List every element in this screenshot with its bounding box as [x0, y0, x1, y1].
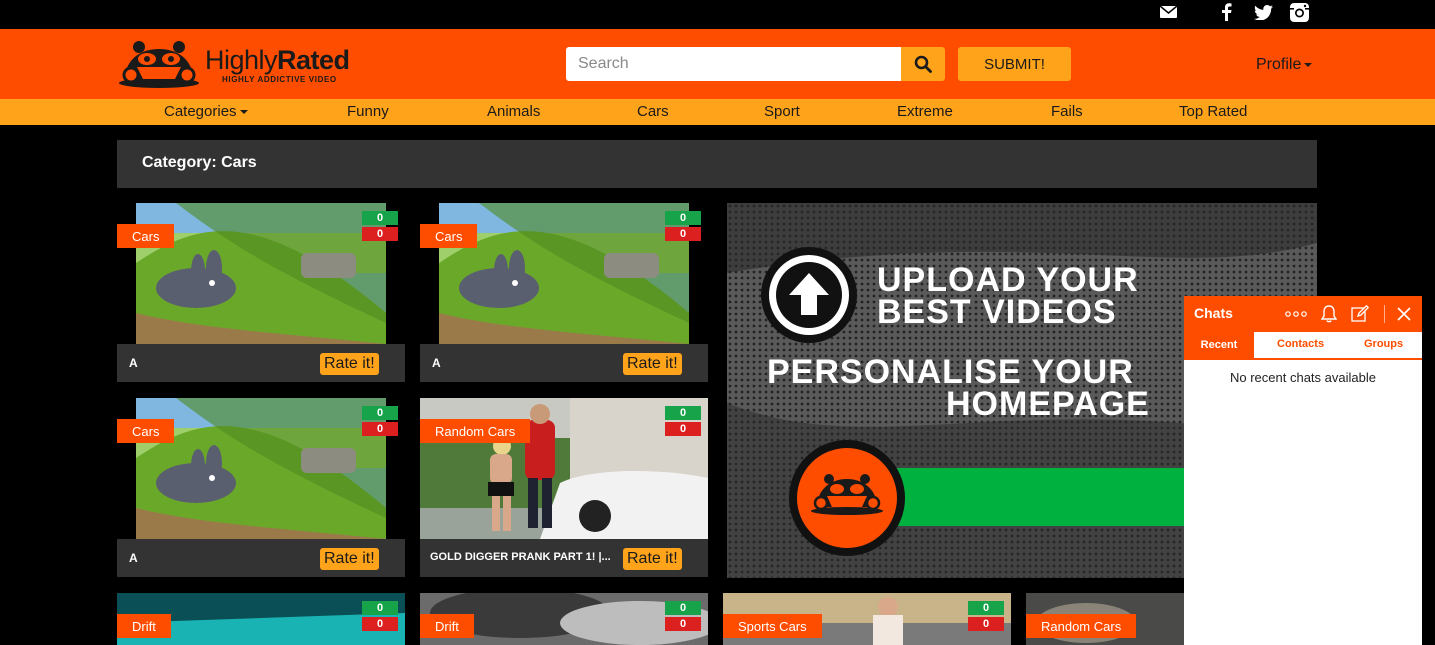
nav-cars[interactable]: Cars	[637, 103, 669, 120]
submit-video-button[interactable]: SUBMIT!	[958, 47, 1071, 81]
rate-it-button[interactable]: Rate it!	[623, 548, 682, 570]
nav-top-rated[interactable]: Top Rated	[1179, 103, 1247, 120]
downvote-count[interactable]: 0	[665, 617, 701, 631]
vote-counter: 0 0	[362, 211, 398, 243]
nav-categories[interactable]: Categories	[164, 103, 248, 120]
category-tag[interactable]: Random Cars	[1026, 614, 1137, 638]
caret-down-icon	[239, 110, 248, 115]
video-card[interactable]: Drift 0 0	[420, 593, 708, 645]
upvote-count[interactable]: 0	[362, 601, 398, 615]
rate-it-button[interactable]: Rate it!	[320, 548, 379, 570]
nav-extreme[interactable]: Extreme	[897, 103, 953, 120]
mail-icon[interactable]	[1159, 2, 1177, 22]
vote-counter: 0 0	[362, 601, 398, 633]
chat-title: Chats	[1194, 305, 1233, 321]
video-caption: A Rate it!	[117, 344, 405, 382]
category-tag[interactable]: Cars	[117, 419, 175, 443]
header-divider	[1384, 305, 1385, 323]
chat-header: Chats	[1184, 296, 1422, 332]
video-caption: A Rate it!	[117, 539, 405, 577]
video-title[interactable]: A	[129, 356, 138, 370]
video-card[interactable]: Drift 0 0	[117, 593, 405, 645]
more-options-icon[interactable]	[1285, 310, 1307, 318]
rate-it-button[interactable]: Rate it!	[320, 353, 379, 375]
vote-counter: 0 0	[665, 406, 701, 438]
category-tag[interactable]: Sports Cars	[723, 614, 822, 638]
category-tag[interactable]: Cars	[117, 224, 175, 248]
upvote-count[interactable]: 0	[362, 406, 398, 420]
video-card[interactable]: Sports Cars 0 0	[723, 593, 1011, 645]
search-input[interactable]	[566, 47, 901, 81]
tab-groups[interactable]: Groups	[1364, 338, 1403, 350]
chat-body	[1184, 362, 1422, 645]
chat-tabs: Recent Contacts Groups	[1184, 332, 1422, 360]
vote-counter: 0 0	[362, 406, 398, 438]
upvote-count[interactable]: 0	[665, 601, 701, 615]
category-header: Category: Cars	[117, 140, 1317, 188]
promo-line-2: BEST VIDEOS	[877, 293, 1117, 331]
video-card[interactable]: Random Cars	[1026, 593, 1184, 645]
upvote-count[interactable]: 0	[665, 211, 701, 225]
instagram-icon[interactable]	[1289, 2, 1309, 22]
video-card[interactable]: Random Cars 0 0 GOLD DIGGER PRANK PART 1…	[420, 398, 708, 578]
nav-fails[interactable]: Fails	[1051, 103, 1083, 120]
category-nav: Categories Funny Animals Cars Sport Extr…	[0, 99, 1435, 125]
downvote-count[interactable]: 0	[665, 227, 701, 241]
nav-funny[interactable]: Funny	[347, 103, 389, 120]
video-title[interactable]: A	[432, 356, 441, 370]
logo-tagline: HIGHLY ADDICTIVE VIDEO	[222, 75, 337, 84]
tab-recent[interactable]: Recent	[1184, 332, 1254, 358]
search-button[interactable]	[901, 47, 945, 81]
tab-contacts[interactable]: Contacts	[1277, 338, 1324, 350]
logo-wordmark: HighlyRated	[205, 45, 350, 75]
compose-icon[interactable]	[1351, 305, 1369, 323]
profile-menu[interactable]: Profile	[1256, 56, 1313, 74]
upvote-count[interactable]: 0	[665, 406, 701, 420]
category-tag[interactable]: Cars	[420, 224, 478, 248]
rate-it-button[interactable]: Rate it!	[623, 353, 682, 375]
nav-animals[interactable]: Animals	[487, 103, 540, 120]
downvote-count[interactable]: 0	[968, 617, 1004, 631]
vote-counter: 0 0	[968, 601, 1004, 633]
site-logo[interactable]: HighlyRated HIGHLY ADDICTIVE VIDEO	[117, 37, 377, 89]
video-title[interactable]: GOLD DIGGER PRANK PART 1! |...	[430, 551, 611, 563]
downvote-count[interactable]: 0	[362, 227, 398, 241]
raccoon-logo-icon	[119, 41, 199, 88]
video-card[interactable]: Cars 0 0 A Rate it!	[117, 398, 405, 578]
downvote-count[interactable]: 0	[362, 422, 398, 436]
site-header: HighlyRated HIGHLY ADDICTIVE VIDEO SUBMI…	[0, 29, 1435, 99]
vote-counter: 0 0	[665, 601, 701, 633]
video-card[interactable]: Cars 0 0 A Rate it!	[117, 203, 405, 383]
page-title: Category: Cars	[142, 154, 257, 171]
chat-panel: Chats Recent Contacts Groups No recent c…	[1184, 296, 1422, 645]
video-caption: GOLD DIGGER PRANK PART 1! |... Rate it!	[420, 539, 708, 577]
category-tag[interactable]: Drift	[420, 614, 474, 638]
video-title[interactable]: A	[129, 551, 138, 565]
video-caption: A Rate it!	[420, 344, 708, 382]
facebook-icon[interactable]	[1219, 2, 1233, 22]
caret-down-icon	[1304, 62, 1313, 67]
close-icon[interactable]	[1397, 307, 1411, 321]
social-bar	[0, 0, 1435, 29]
downvote-count[interactable]: 0	[362, 617, 398, 631]
upvote-count[interactable]: 0	[362, 211, 398, 225]
empty-chats-message: No recent chats available	[1230, 370, 1376, 385]
video-card[interactable]: Cars 0 0 A Rate it!	[420, 203, 708, 383]
nav-sport[interactable]: Sport	[764, 103, 800, 120]
bell-icon[interactable]	[1321, 305, 1337, 323]
upvote-count[interactable]: 0	[968, 601, 1004, 615]
category-tag[interactable]: Random Cars	[420, 419, 531, 443]
search-icon	[914, 55, 932, 73]
downvote-count[interactable]: 0	[665, 422, 701, 436]
twitter-icon[interactable]	[1253, 2, 1273, 22]
promo-line-4: HOMEPAGE	[946, 385, 1150, 423]
category-tag[interactable]: Drift	[117, 614, 171, 638]
vote-counter: 0 0	[665, 211, 701, 243]
